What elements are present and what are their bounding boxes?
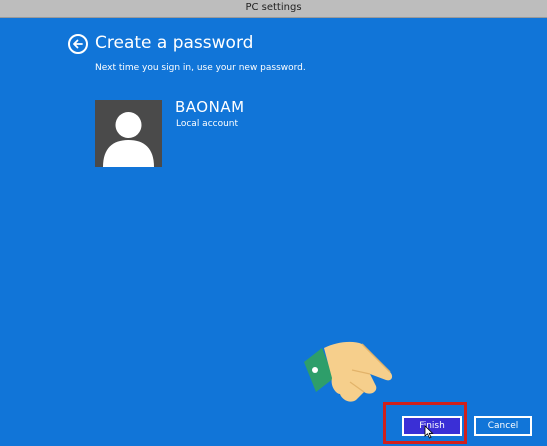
- window-titlebar: PC settings: [0, 0, 547, 18]
- account-username: BAONAM: [175, 98, 245, 116]
- back-arrow-icon[interactable]: [68, 34, 88, 54]
- user-silhouette-icon: [95, 100, 162, 167]
- mouse-cursor-icon: [424, 424, 434, 439]
- cancel-button[interactable]: Cancel: [474, 416, 532, 436]
- page-subtitle: Next time you sign in, use your new pass…: [95, 63, 306, 73]
- page-title: Create a password: [95, 33, 254, 53]
- settings-page: Create a password Next time you sign in,…: [0, 18, 547, 446]
- account-type-label: Local account: [176, 119, 239, 129]
- window-title: PC settings: [245, 2, 302, 13]
